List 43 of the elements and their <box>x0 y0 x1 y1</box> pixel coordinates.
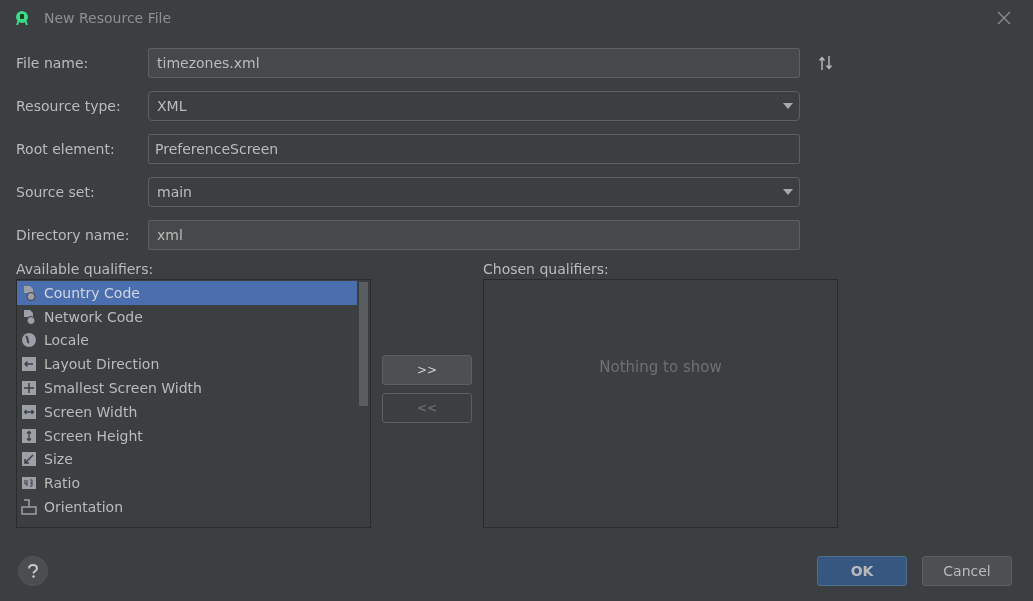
document-globe-icon <box>21 284 37 301</box>
dropdown-arrow-icon <box>783 103 793 109</box>
field-label: File name: <box>16 55 90 71</box>
diagonal-arrow-icon <box>21 451 37 468</box>
qualifier-item[interactable]: Locale <box>17 328 357 353</box>
window-title: New Resource File <box>44 10 172 26</box>
qualifier-item[interactable]: Layout Direction <box>17 352 357 377</box>
qualifier-item[interactable]: Orientation <box>17 495 357 519</box>
qualifier-item[interactable]: Network Code <box>17 304 357 329</box>
cancel-button[interactable]: Cancel <box>922 556 1012 586</box>
input-field[interactable]: PreferenceScreen <box>148 134 800 164</box>
field-label: Directory name: <box>16 227 131 243</box>
qualifier-item[interactable]: Screen Height <box>17 423 357 448</box>
field-label: Resource type: <box>16 98 122 114</box>
orientation-icon <box>21 499 37 516</box>
android-logo-icon <box>14 10 30 26</box>
qualifier-item[interactable]: Country Code <box>17 281 357 305</box>
dropdown[interactable]: main <box>148 177 800 207</box>
qualifier-item[interactable]: Size <box>17 447 357 472</box>
document-antenna-icon <box>21 308 37 325</box>
close-icon[interactable] <box>997 11 1011 25</box>
four-way-arrows-icon <box>21 380 37 397</box>
qualifier-item[interactable]: Screen Width <box>17 400 357 424</box>
vertical-arrows-icon <box>21 427 37 444</box>
qualifier-item[interactable]: Ratio <box>17 471 357 496</box>
globe-icon <box>21 332 37 349</box>
qualifier-item[interactable]: Smallest Screen Width <box>17 376 357 400</box>
ratio-icon <box>21 475 37 492</box>
ok-button[interactable]: OK <box>817 556 907 586</box>
field-label: Root element: <box>16 141 116 157</box>
dropdown-arrow-icon <box>783 189 793 195</box>
scrollbar[interactable] <box>359 282 368 406</box>
input-field[interactable]: timezones.xml <box>148 48 800 78</box>
input-field[interactable]: xml <box>148 220 800 250</box>
horizontal-arrows-icon <box>21 403 37 420</box>
up-down-arrows-icon[interactable] <box>818 55 834 71</box>
list-label: Chosen qualifiers: <box>483 261 610 279</box>
field-label: Source set: <box>16 184 96 200</box>
question-mark-icon <box>27 564 39 578</box>
list-label: Available qualifiers: <box>16 261 155 279</box>
dropdown[interactable]: XML <box>148 91 800 121</box>
help-button[interactable] <box>18 556 48 586</box>
move-button[interactable]: >> <box>382 355 472 385</box>
